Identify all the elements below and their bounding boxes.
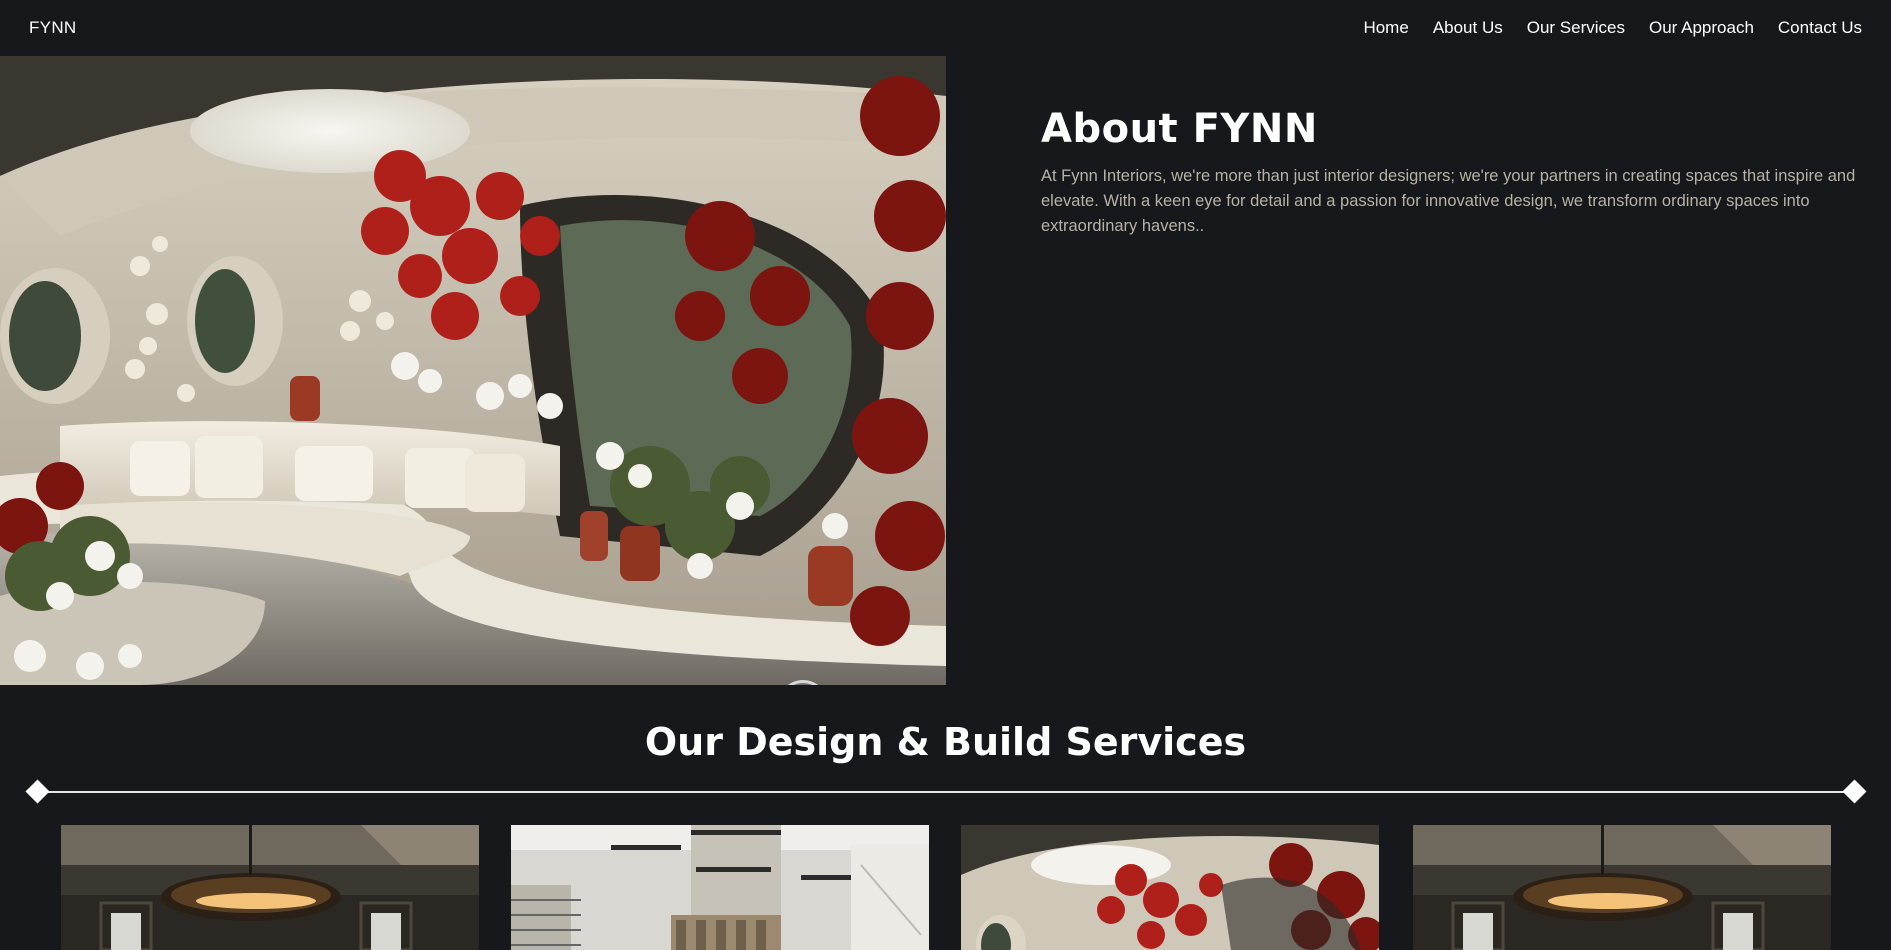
service-card-2[interactable] (511, 825, 929, 950)
divider-line (38, 791, 1854, 793)
lounge-illustration (0, 56, 946, 685)
about-title: About FYNN (1041, 106, 1318, 152)
nav-links: Home About Us Our Services Our Approach … (1363, 18, 1862, 38)
flower-lounge-image (961, 825, 1379, 950)
brand-logo[interactable]: FYNN (29, 18, 76, 38)
nav-our-services[interactable]: Our Services (1527, 18, 1625, 38)
diamond-left-icon (25, 779, 50, 804)
pendant-lamp-room-image (61, 825, 479, 950)
nav-about-us[interactable]: About Us (1433, 18, 1503, 38)
pendant-lamp-room-image (1413, 825, 1831, 950)
nav-home[interactable]: Home (1363, 18, 1408, 38)
about-description: At Fynn Interiors, we're more than just … (1041, 167, 1856, 235)
about-section: About FYNN At Fynn Interiors, we're more… (1041, 106, 1861, 239)
diamond-right-icon (1842, 779, 1867, 804)
service-card-4[interactable] (1413, 825, 1831, 950)
navbar: FYNN Home About Us Our Services Our Appr… (0, 0, 1891, 56)
nav-our-approach[interactable]: Our Approach (1649, 18, 1754, 38)
atrium-staircase-image (511, 825, 929, 950)
nav-contact-us[interactable]: Contact Us (1778, 18, 1862, 38)
service-card-3[interactable] (961, 825, 1379, 950)
about-hero-image (0, 56, 946, 685)
section-divider (25, 779, 1867, 804)
service-cards (61, 825, 1831, 950)
services-title: Our Design & Build Services (644, 720, 1247, 764)
service-card-1[interactable] (61, 825, 479, 950)
